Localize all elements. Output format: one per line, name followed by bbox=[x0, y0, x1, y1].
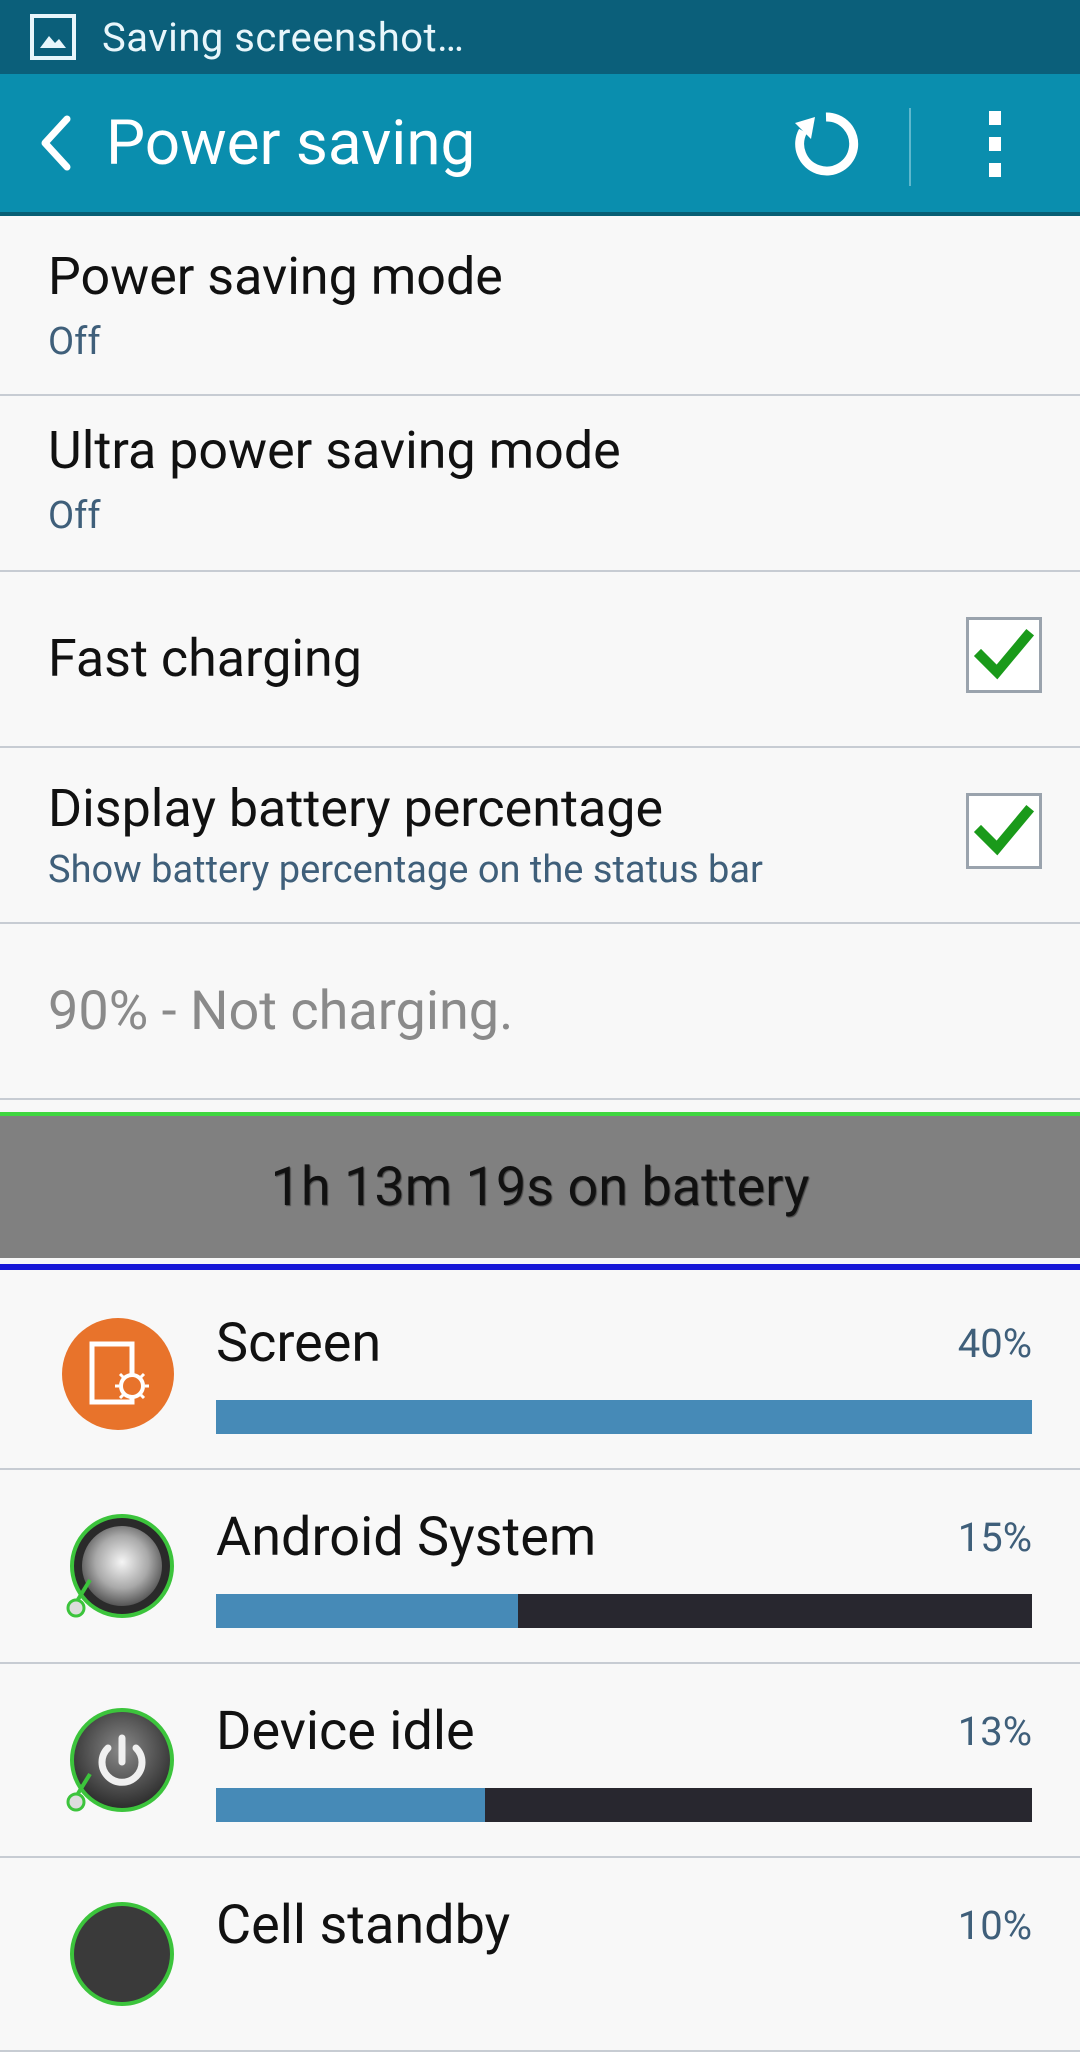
status-bar: Saving screenshot… bbox=[0, 0, 1080, 74]
status-text: Saving screenshot… bbox=[102, 13, 465, 61]
usage-bar bbox=[216, 1594, 1032, 1628]
battery-status-row: 90% - Not charging. bbox=[0, 924, 1080, 1100]
usage-row-device-idle[interactable]: Device idle 13% bbox=[0, 1664, 1080, 1858]
usage-name: Screen bbox=[216, 1312, 382, 1375]
usage-name: Cell standby bbox=[216, 1894, 511, 1957]
battery-percentage-checkbox[interactable] bbox=[966, 793, 1042, 869]
usage-row-android-system[interactable]: Android System 15% bbox=[0, 1470, 1080, 1664]
time-on-battery: 1h 13m 19s on battery bbox=[270, 1155, 810, 1219]
usage-bar-fill bbox=[216, 1788, 486, 1822]
usage-percent: 40% bbox=[957, 1320, 1032, 1367]
device-idle-power-icon bbox=[66, 1708, 174, 1812]
usage-percent: 10% bbox=[957, 1902, 1032, 1949]
setting-fast-charging[interactable]: Fast charging bbox=[0, 572, 1080, 748]
refresh-icon bbox=[795, 112, 859, 176]
setting-title: Fast charging bbox=[48, 628, 362, 689]
usage-bar-fill bbox=[216, 1594, 518, 1628]
graph-divider bbox=[0, 1264, 1080, 1270]
overflow-menu-button[interactable] bbox=[970, 104, 1020, 184]
battery-status: 90% - Not charging. bbox=[48, 980, 514, 1043]
back-button[interactable] bbox=[20, 108, 90, 178]
more-vert-icon bbox=[989, 111, 1001, 125]
fast-charging-checkbox[interactable] bbox=[966, 617, 1042, 693]
usage-percent: 15% bbox=[957, 1514, 1032, 1561]
page-title: Power saving bbox=[106, 106, 476, 180]
setting-display-battery-percentage[interactable]: Display battery percentage Show battery … bbox=[0, 748, 1080, 924]
setting-value: Off bbox=[48, 494, 101, 538]
usage-row-cell-standby[interactable]: Cell standby 10% bbox=[0, 1858, 1080, 2052]
setting-power-saving-mode[interactable]: Power saving mode Off bbox=[0, 216, 1080, 396]
usage-bar-fill bbox=[216, 1400, 1032, 1434]
android-system-icon bbox=[66, 1514, 174, 1618]
setting-ultra-power-saving-mode[interactable]: Ultra power saving mode Off bbox=[0, 396, 1080, 572]
toolbar-divider bbox=[909, 108, 911, 186]
setting-value: Off bbox=[48, 320, 101, 364]
setting-title: Ultra power saving mode bbox=[48, 420, 621, 481]
setting-title: Power saving mode bbox=[48, 246, 503, 307]
setting-description: Show battery percentage on the status ba… bbox=[48, 848, 763, 892]
action-bar: Power saving bbox=[0, 74, 1080, 216]
screen-brightness-icon bbox=[62, 1318, 174, 1430]
usage-name: Device idle bbox=[216, 1700, 475, 1763]
usage-name: Android System bbox=[216, 1506, 597, 1569]
setting-title: Display battery percentage bbox=[48, 778, 664, 839]
usage-bar bbox=[216, 1788, 1032, 1822]
refresh-button[interactable] bbox=[786, 104, 866, 184]
chevron-left-icon bbox=[41, 115, 71, 171]
battery-time-banner[interactable]: 1h 13m 19s on battery bbox=[0, 1112, 1080, 1258]
usage-bar bbox=[216, 1400, 1032, 1434]
checkmark-icon bbox=[973, 804, 1035, 856]
usage-row-screen[interactable]: Screen 40% bbox=[0, 1276, 1080, 1470]
screenshot-gallery-icon bbox=[30, 14, 76, 60]
cell-standby-icon bbox=[70, 1902, 174, 2006]
checkmark-icon bbox=[973, 628, 1035, 680]
usage-percent: 13% bbox=[957, 1708, 1032, 1755]
